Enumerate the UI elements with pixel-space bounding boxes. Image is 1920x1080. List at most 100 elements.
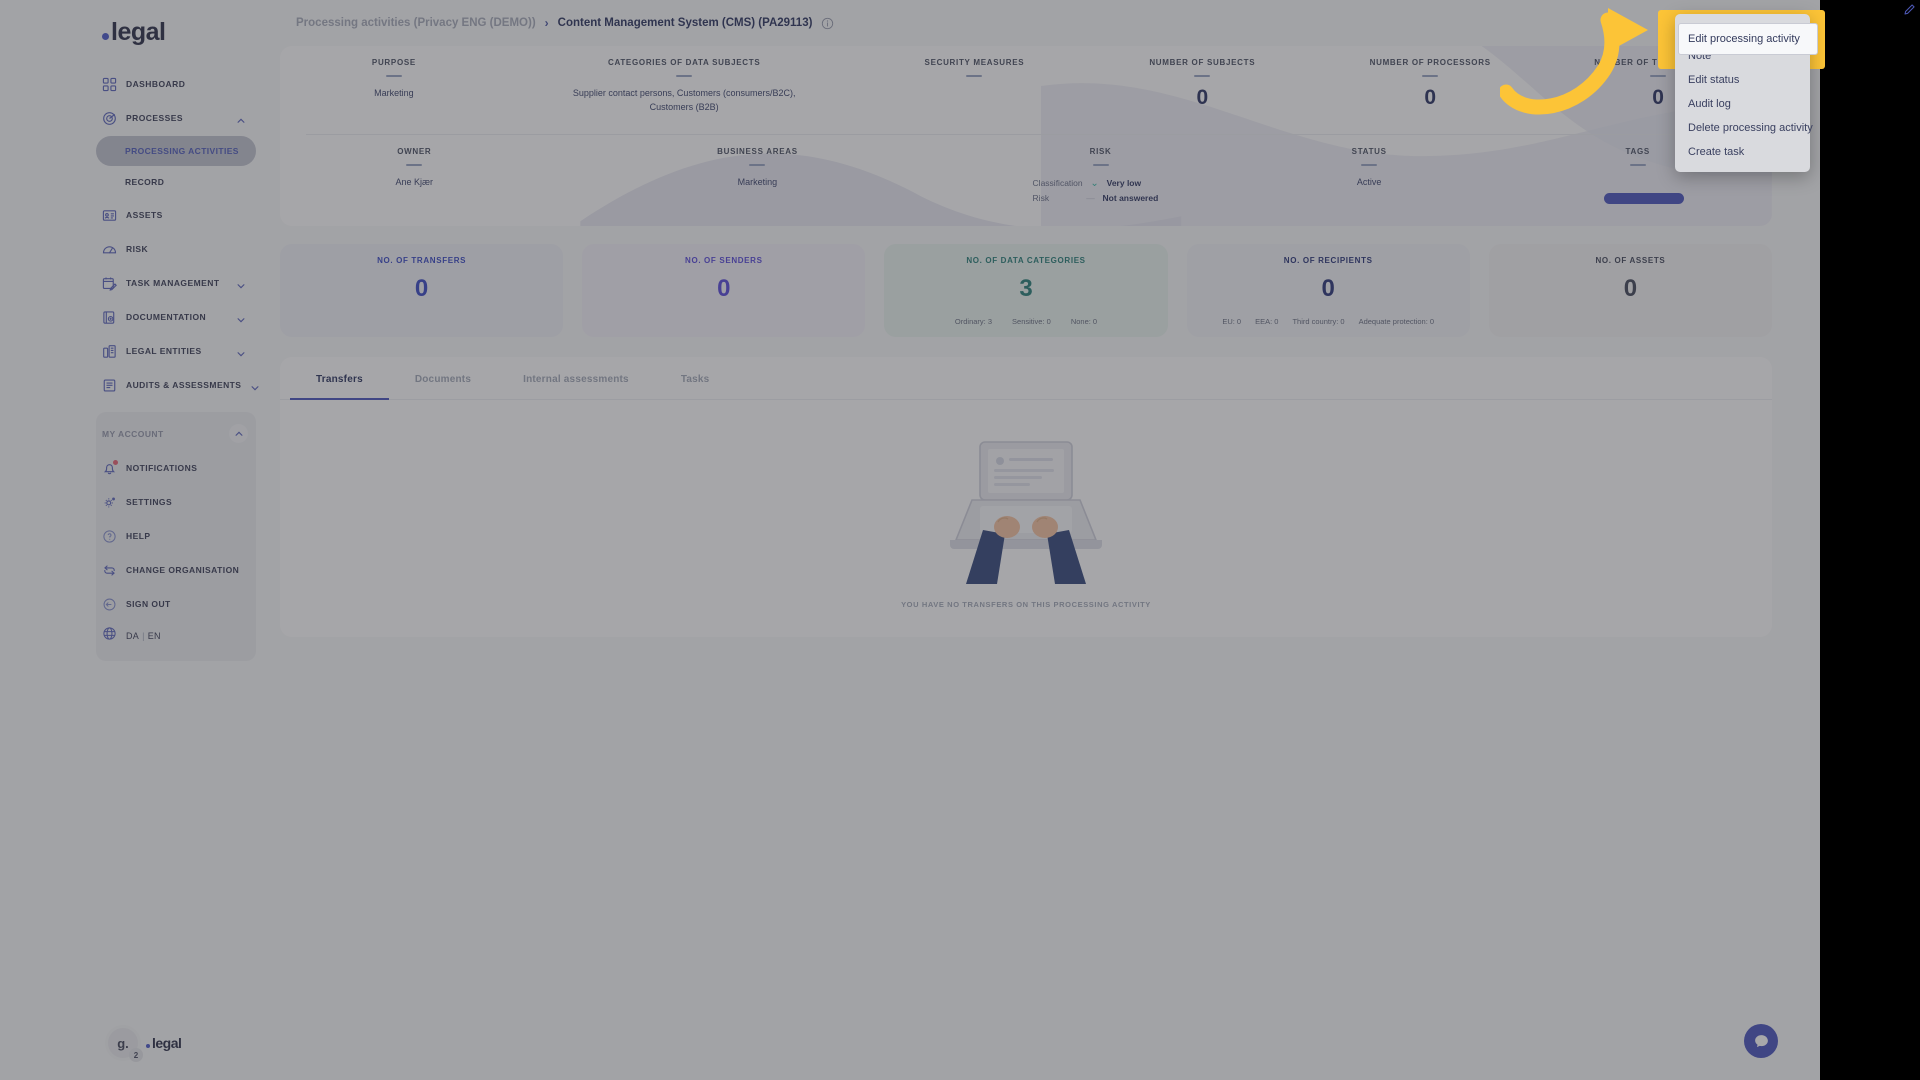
empty-state-caption: YOU HAVE NO TRANSFERS ON THIS PROCESSING… <box>901 600 1151 609</box>
tab-label: Documents <box>414 374 472 385</box>
menu-item-audit-log[interactable]: Audit log <box>1675 92 1810 116</box>
stat-value: 0 <box>717 275 731 302</box>
stat-card-transfers[interactable]: NO. OF TRANSFERS 0 <box>280 244 564 337</box>
field-value: Active <box>1356 177 1382 187</box>
field-underline <box>406 164 423 166</box>
chevron-up-icon[interactable] <box>236 113 246 123</box>
sidebar-item-assets[interactable]: ASSETS <box>96 198 256 232</box>
tab-documents[interactable]: Documents <box>389 357 497 400</box>
stat-card-data-categories[interactable]: NO. OF DATA CATEGORIES 3 Ordinary: 3 Sen… <box>884 244 1168 337</box>
main-content: Processing activities (Privacy ENG (DEMO… <box>262 0 1820 1080</box>
sidebar-item-processing-activities[interactable]: PROCESSING ACTIVITIES <box>96 136 256 166</box>
sidebar-item-change-organisation[interactable]: CHANGE ORGANISATION <box>96 553 256 587</box>
chevron-down-icon[interactable] <box>236 278 246 289</box>
stat-card-senders[interactable]: NO. OF SENDERS 0 <box>582 244 866 337</box>
risk-gauge-icon <box>102 242 117 257</box>
field-label: RISK <box>1089 147 1112 156</box>
menu-item-create-task[interactable]: Create task <box>1675 140 1810 164</box>
bell-icon <box>102 459 118 476</box>
sidebar-item-label: NOTIFICATIONS <box>126 463 198 473</box>
sign-out-icon <box>102 597 117 612</box>
sidebar-nav: legal DASHBOARD PROCESSES PROCESSING ACT… <box>96 0 259 661</box>
menu-item-delete-processing-activity[interactable]: Delete processing activity <box>1675 116 1813 140</box>
page-canvas: legal DASHBOARD PROCESSES PROCESSING ACT… <box>0 0 1820 1080</box>
stat-sub-item: EEA: 0 <box>1255 317 1279 326</box>
chat-bubble-icon[interactable] <box>1744 1024 1778 1058</box>
avatar[interactable]: g. 2 <box>108 1028 143 1062</box>
sidebar-item-audits-assessments[interactable]: AUDITS & ASSESSMENTS <box>96 368 259 402</box>
language-da[interactable]: DA <box>126 631 139 641</box>
sidebar-item-dashboard[interactable]: DASHBOARD <box>96 67 256 101</box>
language-separator: | <box>142 631 145 641</box>
pencil-edit-icon[interactable] <box>1903 3 1916 16</box>
stat-sub-item: Ordinary: 3 <box>954 317 993 326</box>
add-tag-button[interactable] <box>1604 193 1684 204</box>
language-switcher[interactable]: DA | EN <box>96 621 256 651</box>
summary-field-security-measures: SECURITY MEASURES <box>860 58 1088 114</box>
sidebar-item-label: ASSETS <box>126 210 163 220</box>
my-account-header[interactable]: MY ACCOUNT <box>96 416 256 451</box>
sidebar-item-processes[interactable]: PROCESSES <box>96 101 256 135</box>
sidebar-item-sign-out[interactable]: SIGN OUT <box>96 587 256 621</box>
tab-label: Transfers <box>316 374 363 385</box>
chevron-up-icon[interactable] <box>229 424 248 443</box>
chevron-down-icon[interactable] <box>236 346 246 357</box>
stat-card-recipients[interactable]: NO. OF RECIPIENTS 0 EU: 0 EEA: 0 Third c… <box>1186 244 1470 337</box>
breadcrumb-separator: › <box>544 16 549 30</box>
info-circle-icon[interactable] <box>821 17 834 30</box>
field-label: STATUS <box>1351 147 1387 156</box>
sidebar-item-label: SETTINGS <box>126 497 173 507</box>
sidebar-item-legal-entities[interactable]: LEGAL ENTITIES <box>96 334 256 368</box>
field-underline <box>749 164 766 166</box>
summary-field-purpose: PURPOSE Marketing <box>280 58 508 114</box>
person-typing-on-laptop-illustration <box>950 441 1102 584</box>
menu-item-label: Audit log <box>1688 98 1731 110</box>
summary-field-categories-of-data-subjects: CATEGORIES OF DATA SUBJECTS Supplier con… <box>508 58 861 114</box>
tab-label: Internal assessments <box>523 374 629 385</box>
sidebar-item-settings[interactable]: SETTINGS <box>96 485 256 519</box>
risk-key: Classification <box>1032 178 1083 189</box>
sidebar-item-notifications[interactable]: NOTIFICATIONS <box>96 451 256 485</box>
sidebar-item-help[interactable]: HELP <box>96 519 256 553</box>
field-label: CATEGORIES OF DATA SUBJECTS <box>607 58 761 67</box>
tab-transfers[interactable]: Transfers <box>290 357 389 400</box>
stat-sub-item: Adequate protection: 0 <box>1358 317 1435 326</box>
sidebar-item-label: LEGAL ENTITIES <box>126 346 202 356</box>
menu-item-edit-status[interactable]: Edit status <box>1675 68 1810 92</box>
chevron-down-icon[interactable] <box>250 380 260 391</box>
field-underline <box>1092 164 1109 166</box>
app-root: legal DASHBOARD PROCESSES PROCESSING ACT… <box>0 0 1920 1080</box>
footer-logo: legal <box>146 1036 182 1050</box>
processes-target-icon <box>102 111 117 126</box>
sidebar-item-label: RISK <box>126 244 149 254</box>
sidebar-item-record[interactable]: RECORD <box>96 167 256 197</box>
summary-field-business-areas: BUSINESS AREAS Marketing <box>549 147 967 206</box>
user-account-widget[interactable]: g. 2 legal <box>108 1028 182 1062</box>
sidebar-item-label: AUDITS & ASSESSMENTS <box>126 380 242 390</box>
stat-card-assets[interactable]: NO. OF ASSETS 0 <box>1488 244 1773 337</box>
language-en[interactable]: EN <box>148 631 161 641</box>
language-labels: DA | EN <box>126 631 161 641</box>
field-underline <box>1629 164 1646 166</box>
sidebar-item-risk[interactable]: RISK <box>96 232 256 266</box>
sidebar-item-task-management[interactable]: TASK MANAGEMENT <box>96 266 256 300</box>
tab-internal-assessments[interactable]: Internal assessments <box>497 357 655 400</box>
menu-item-label: Delete processing activity <box>1688 122 1813 134</box>
field-underline <box>385 75 402 77</box>
field-label: BUSINESS AREAS <box>717 147 798 156</box>
field-label: NUMBER OF SUBJECTS <box>1149 58 1256 67</box>
field-underline <box>1422 75 1439 77</box>
sidebar-item-label: DOCUMENTATION <box>126 312 207 322</box>
menu-item-label: Edit processing activity <box>1688 33 1800 45</box>
chevron-down-icon[interactable] <box>236 312 246 323</box>
curved-arrow-pointing-right <box>1498 8 1648 115</box>
tab-tasks[interactable]: Tasks <box>655 357 736 400</box>
gear-icon <box>102 495 117 510</box>
app-logo: legal <box>96 8 256 67</box>
risk-values: Classification ⌄ Very low Risk — Not ans… <box>1033 176 1169 205</box>
breadcrumb-parent[interactable]: Processing activities (Privacy ENG (DEMO… <box>296 17 536 29</box>
menu-item-edit-processing-activity[interactable]: Edit processing activity <box>1678 23 1818 55</box>
sidebar-item-documentation[interactable]: DOCUMENTATION <box>96 300 256 334</box>
globe-icon <box>102 626 117 646</box>
annotation-arrow <box>1498 6 1670 116</box>
